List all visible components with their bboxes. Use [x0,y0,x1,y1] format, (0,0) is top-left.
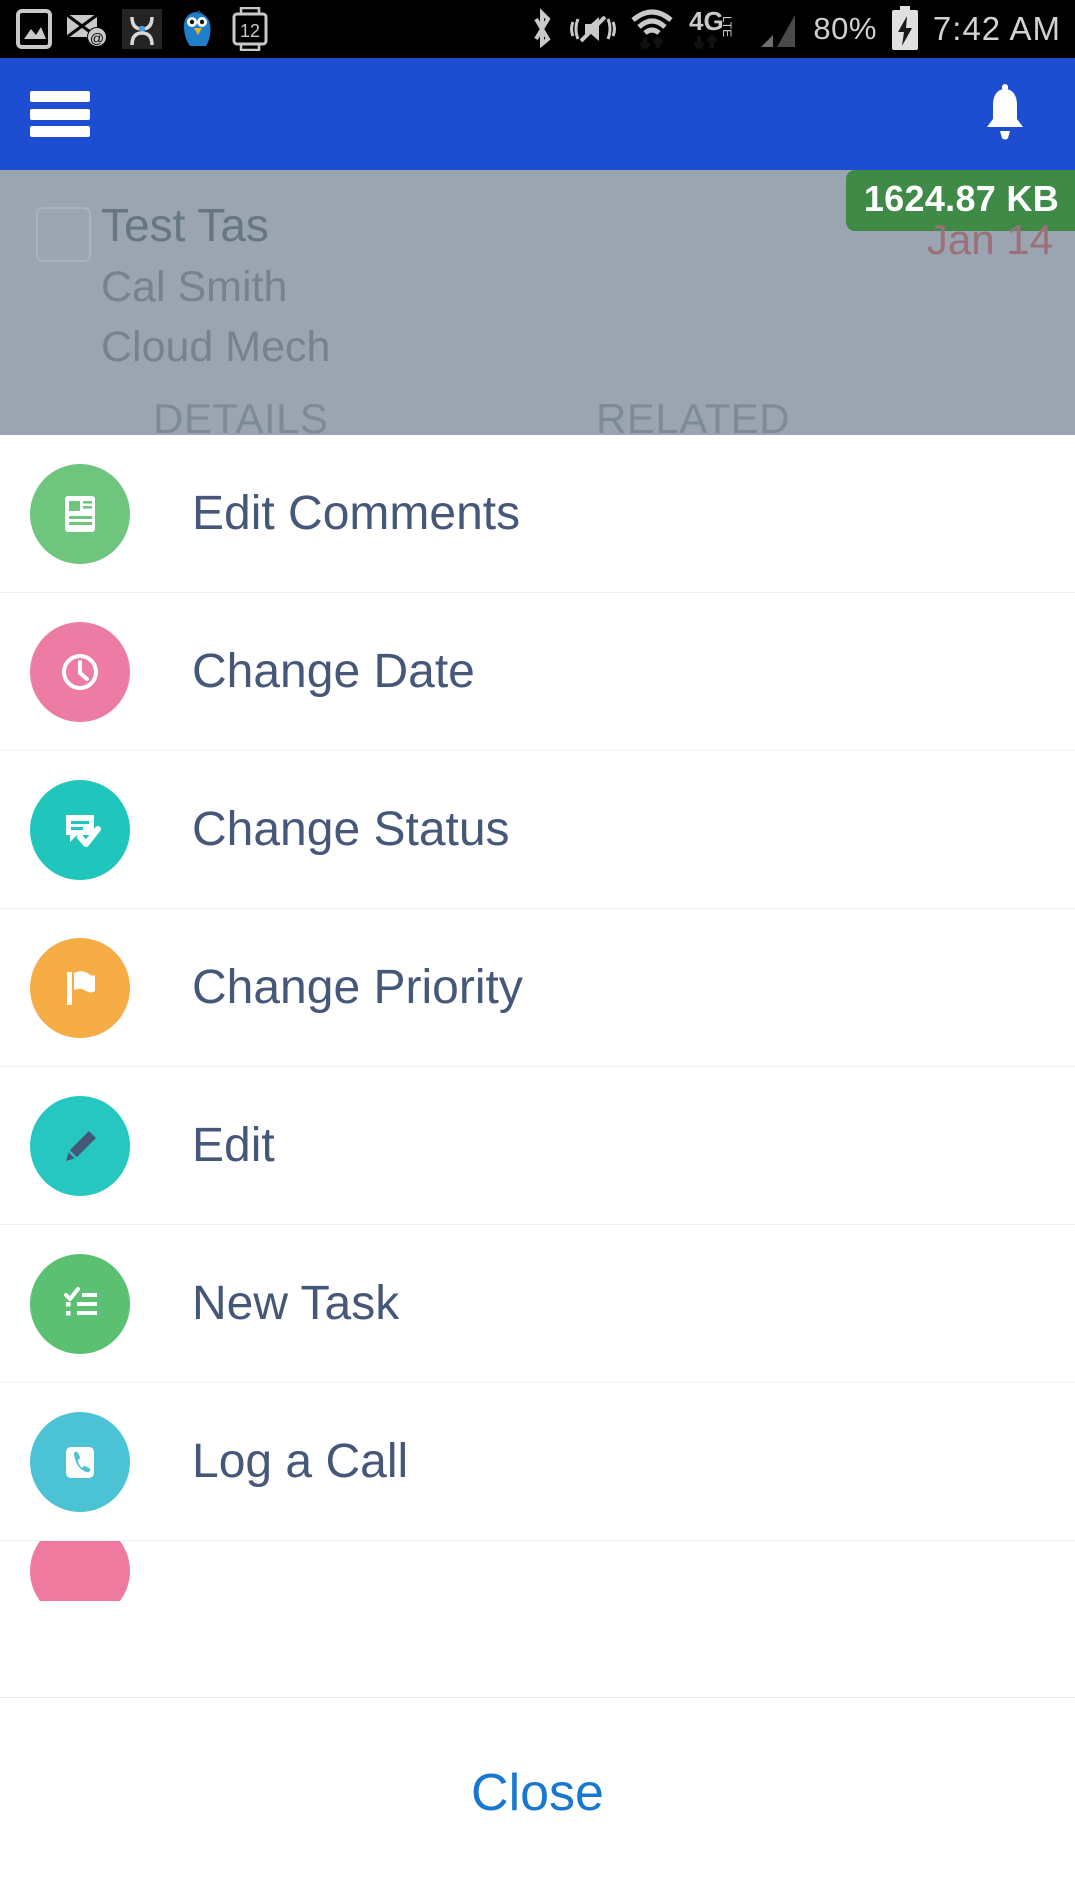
phone-icon [30,1411,130,1512]
photo-icon [16,9,52,49]
vibrate-mute-icon [569,10,617,48]
record-checkbox [36,207,91,262]
record-date: Jan 14 [926,216,1053,263]
action-item-edit-comments[interactable]: Edit Comments [0,435,1075,593]
bell-icon[interactable] [977,83,1033,145]
record-owner: Cal Smith [101,263,288,311]
status-bar-left-icons: @ 12 [0,7,270,51]
action-item-change-date[interactable]: Change Date [0,593,1075,751]
action-item-label: New Task [192,1277,400,1330]
email-at-icon: @ [66,11,108,47]
action-sheet-list: Edit Comments Change Date Change Status … [0,435,1075,1697]
record-account: Cloud Mech [101,323,331,371]
action-item-label: Edit [192,1119,275,1172]
svg-text:12: 12 [240,21,260,41]
mobile-screen: @ 12 4G LTE 80% 7:42 AM Test Tas Cal Smi… [0,0,1075,1887]
tab-related: RELATED [596,395,791,435]
battery-percent-label: 80% [813,11,877,46]
circle-icon [30,1541,130,1601]
action-item-partial[interactable] [0,1541,1075,1601]
clock-label: 7:42 AM [932,10,1061,47]
app-bar [0,58,1075,170]
record-title: Test Tas [101,199,269,251]
close-button-label: Close [471,1763,604,1822]
action-item-label: Log a Call [192,1435,409,1488]
hamburger-line [30,91,90,102]
action-item-edit[interactable]: Edit [0,1067,1075,1225]
svg-text:LTE: LTE [720,16,734,37]
action-item-change-priority[interactable]: Change Priority [0,909,1075,1067]
action-item-change-status[interactable]: Change Status [0,751,1075,909]
status-bar-right-icons: 4G LTE 80% 7:42 AM [527,6,1075,52]
flag-icon [30,937,130,1038]
bird-icon [176,8,216,50]
action-item-label: Change Date [192,645,475,698]
hamburger-line [30,108,90,120]
signal-bars-icon [757,9,801,49]
action-item-label: Change Priority [192,961,523,1014]
action-item-new-task[interactable]: New Task [0,1225,1075,1383]
bluetooth-icon [527,8,557,50]
action-item-label: Edit Comments [192,487,521,540]
chat-check-icon [30,779,130,880]
action-sheet: Edit Comments Change Date Change Status … [0,435,1075,1887]
action-item-label: Change Status [192,803,510,856]
hamburger-menu-icon[interactable] [30,91,90,137]
close-button[interactable]: Close [0,1697,1075,1887]
checklist-icon [30,1253,130,1354]
svg-text:@: @ [90,30,104,46]
status-bar: @ 12 4G LTE 80% 7:42 AM [0,0,1075,58]
action-item-log-a-call[interactable]: Log a Call [0,1383,1075,1541]
pencil-icon [30,1095,130,1196]
hamburger-line [30,126,90,137]
watch-icon: 12 [230,7,270,51]
wifi-transfer-icon [629,6,675,52]
record-tabs: DETAILS RELATED [0,395,1075,435]
network-4glte-icon: 4G LTE [687,6,745,52]
app-dark-icon [122,9,162,49]
dimmed-record-backdrop: Test Tas Cal Smith Cloud Mech 1624.87 KB… [0,170,1075,435]
clock-icon [30,621,130,722]
battery-charging-icon [889,6,921,52]
svg-text:4G: 4G [689,6,724,36]
document-lines-icon [30,463,130,564]
tab-details: DETAILS [153,395,329,435]
